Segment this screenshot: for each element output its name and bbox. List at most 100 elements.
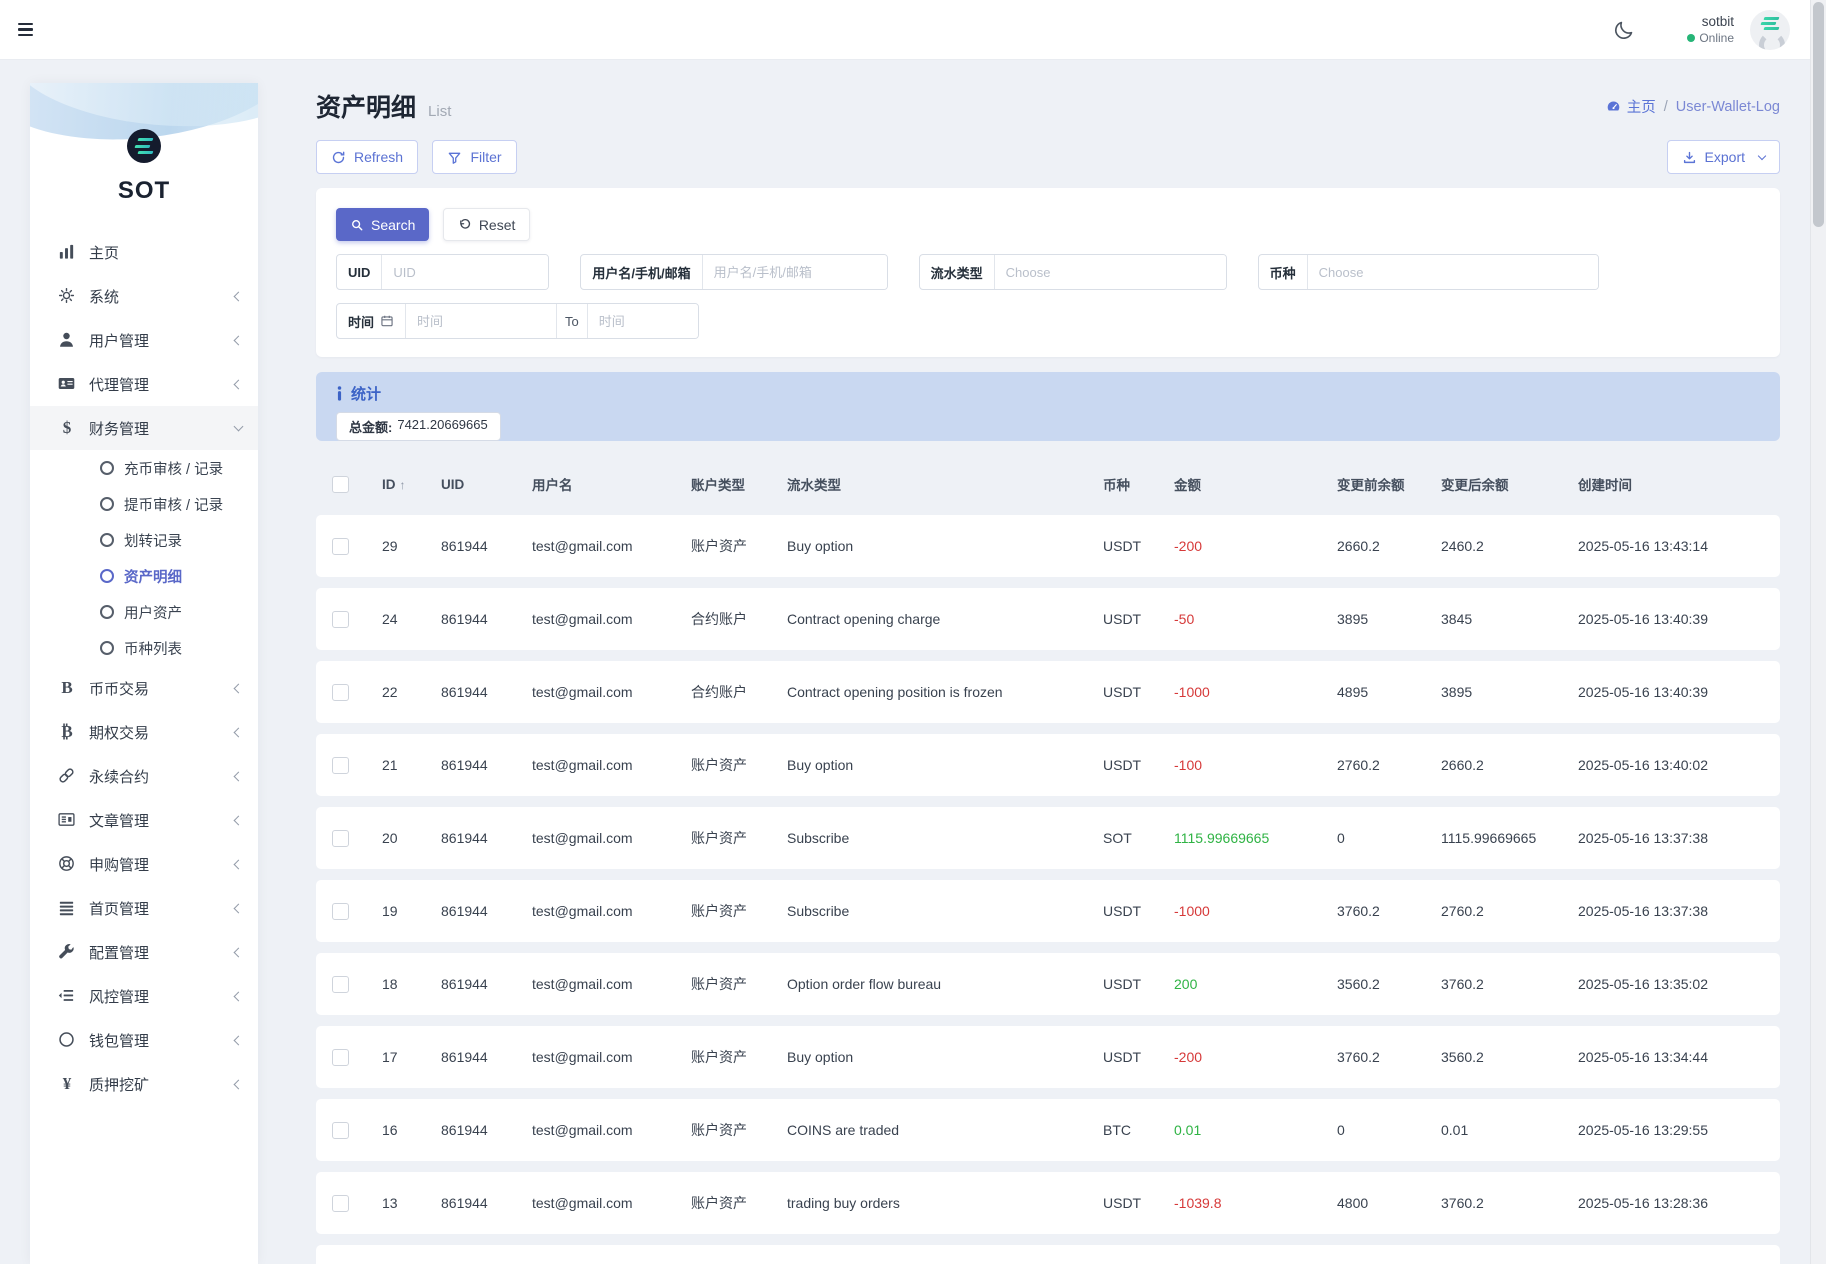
row-checkbox[interactable] xyxy=(332,1195,349,1212)
sidebar-item-label: 风控管理 xyxy=(89,986,149,1007)
sidebar-item-staking[interactable]: ¥ 质押挖矿 xyxy=(30,1062,258,1106)
cell-flow-type: Buy option xyxy=(787,538,1103,554)
sidebar-item-options-trade[interactable]: ₿期权交易 xyxy=(30,710,258,754)
row-checkbox[interactable] xyxy=(332,611,349,628)
sidebar-subitem-coin-list[interactable]: 币种列表 xyxy=(30,630,258,666)
sidebar-item-system[interactable]: 系统 xyxy=(30,274,258,318)
cell-before-balance: 0 xyxy=(1337,830,1441,846)
sidebar-item-label: 质押挖矿 xyxy=(89,1074,149,1095)
cell-coin: SOT xyxy=(1103,830,1174,846)
cell-uid: 861944 xyxy=(441,903,532,919)
dashboard-icon xyxy=(1606,99,1621,114)
sidebar-item-homepage[interactable]: 首页管理 xyxy=(30,886,258,930)
uid-field-label: UID xyxy=(337,255,382,289)
refresh-button[interactable]: Refresh xyxy=(316,140,418,174)
cell-username: test@gmail.com xyxy=(532,830,691,846)
cell-coin: USDT xyxy=(1103,611,1174,627)
col-header-id[interactable]: ID↑ xyxy=(382,477,441,492)
user-menu[interactable]: sotbit Online xyxy=(1687,14,1734,46)
cell-created-time: 2025-05-16 13:43:14 xyxy=(1578,538,1780,554)
avatar[interactable] xyxy=(1750,10,1790,50)
sidebar-item-label: 财务管理 xyxy=(89,418,149,439)
cell-amount: 0.01 xyxy=(1174,1122,1337,1138)
yen-icon: ¥ xyxy=(57,1074,77,1094)
sidebar-item-perpetual[interactable]: 永续合约 xyxy=(30,754,258,798)
online-status-label: Online xyxy=(1699,31,1734,46)
row-checkbox[interactable] xyxy=(332,903,349,920)
sidebar-item-wallet[interactable]: 钱包管理 xyxy=(30,1018,258,1062)
sidebar-item-label: 期权交易 xyxy=(89,722,149,743)
table-row: 20861944test@gmail.com账户资产SubscribeSOT11… xyxy=(316,807,1780,869)
sidebar-item-agents[interactable]: 代理管理 xyxy=(30,362,258,406)
breadcrumb-separator: / xyxy=(1664,99,1668,115)
uid-input[interactable] xyxy=(382,255,548,289)
cell-before-balance: 3760.2 xyxy=(1337,903,1441,919)
sidebar-item-risk[interactable]: 风控管理 xyxy=(30,974,258,1018)
time-to-input[interactable] xyxy=(588,304,698,338)
letter-b-icon: B xyxy=(57,678,77,698)
coin-select[interactable] xyxy=(1308,255,1598,289)
circle-icon xyxy=(100,497,114,511)
flow-type-select[interactable] xyxy=(995,255,1226,289)
sidebar-item-label: 代理管理 xyxy=(89,374,149,395)
buoy-icon xyxy=(57,854,77,874)
col-header-amount: 金额 xyxy=(1174,474,1337,494)
sidebar-item-label: 用户管理 xyxy=(89,330,149,351)
time-from-input[interactable] xyxy=(406,304,556,338)
cell-flow-type: Buy option xyxy=(787,757,1103,773)
cell-after-balance: 1115.99669665 xyxy=(1441,830,1578,846)
cell-id: 18 xyxy=(382,976,441,992)
hamburger-menu-icon[interactable] xyxy=(18,23,33,36)
sidebar-subitem-transfer-records[interactable]: 划转记录 xyxy=(30,522,258,558)
row-checkbox[interactable] xyxy=(332,1049,349,1066)
scrollbar-thumb[interactable] xyxy=(1813,2,1824,227)
breadcrumb-home-link[interactable]: 主页 xyxy=(1606,96,1656,117)
row-checkbox[interactable] xyxy=(332,830,349,847)
sidebar-item-spot-trade[interactable]: B币币交易 xyxy=(30,666,258,710)
cell-before-balance: 4800 xyxy=(1337,1195,1441,1211)
chevron-left-icon xyxy=(234,291,244,301)
sidebar-subitem-withdraw-audit[interactable]: 提币审核 / 记录 xyxy=(30,486,258,522)
breadcrumb-current: User-Wallet-Log xyxy=(1676,99,1780,115)
dark-mode-toggle-icon[interactable] xyxy=(1613,19,1635,41)
menu4-icon xyxy=(57,898,77,918)
cell-flow-type: Buy option xyxy=(787,1049,1103,1065)
scrollbar[interactable] xyxy=(1810,0,1826,1264)
sidebar-item-home[interactable]: 主页 xyxy=(30,230,258,274)
news-icon xyxy=(57,810,77,830)
reset-button[interactable]: Reset xyxy=(443,208,531,241)
table-row: 13861944test@gmail.com账户资产trading buy or… xyxy=(316,1172,1780,1234)
cell-before-balance: 0 xyxy=(1337,1122,1441,1138)
filter-button[interactable]: Filter xyxy=(432,140,516,174)
cell-coin: USDT xyxy=(1103,903,1174,919)
row-checkbox[interactable] xyxy=(332,684,349,701)
sidebar-item-config[interactable]: 配置管理 xyxy=(30,930,258,974)
sidebar-item-articles[interactable]: 文章管理 xyxy=(30,798,258,842)
col-header-flow-type: 流水类型 xyxy=(787,474,1103,494)
sidebar-subitem-deposit-audit[interactable]: 充币审核 / 记录 xyxy=(30,450,258,486)
sidebar-subitem-user-assets[interactable]: 用户资产 xyxy=(30,594,258,630)
search-button[interactable]: Search xyxy=(336,208,429,241)
cell-username: test@gmail.com xyxy=(532,976,691,992)
user-input[interactable] xyxy=(703,255,887,289)
sidebar-brand[interactable]: SOT xyxy=(30,83,258,208)
export-button[interactable]: Export xyxy=(1667,140,1780,174)
sidebar-item-users[interactable]: 用户管理 xyxy=(30,318,258,362)
sidebar-item-subscription[interactable]: 申购管理 xyxy=(30,842,258,886)
row-checkbox[interactable] xyxy=(332,1122,349,1139)
row-checkbox[interactable] xyxy=(332,976,349,993)
table-row: 21861944test@gmail.com账户资产Buy optionUSDT… xyxy=(316,734,1780,796)
cell-account-type: 账户资产 xyxy=(691,828,787,848)
sidebar-subitem-asset-details[interactable]: 资产明细 xyxy=(30,558,258,594)
row-checkbox[interactable] xyxy=(332,757,349,774)
total-amount-value: 7421.20669665 xyxy=(397,417,487,436)
row-checkbox[interactable] xyxy=(332,538,349,555)
cell-uid: 861944 xyxy=(441,976,532,992)
brand-logo-icon xyxy=(127,129,161,163)
avatar-logo-icon xyxy=(1764,17,1780,20)
select-all-checkbox[interactable] xyxy=(332,476,349,493)
chevron-left-icon xyxy=(234,1079,244,1089)
cell-uid: 861944 xyxy=(441,538,532,554)
user-field-label: 用户名/手机/邮箱 xyxy=(581,255,702,289)
sidebar-item-finance[interactable]: $财务管理 xyxy=(30,406,258,450)
